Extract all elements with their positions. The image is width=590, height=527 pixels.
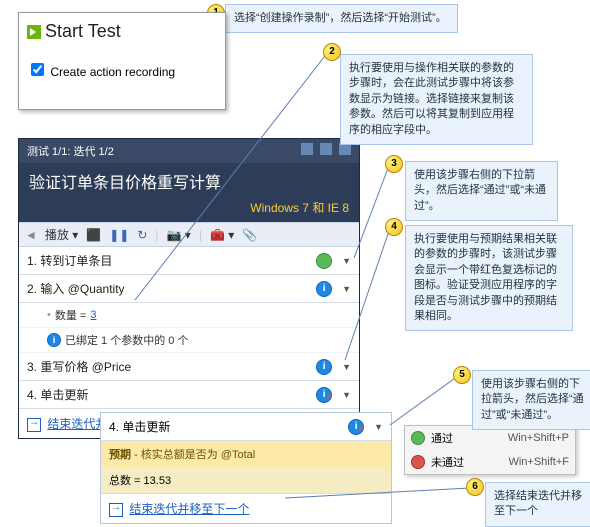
pass-shortcut: Win+Shift+P <box>508 432 569 444</box>
step-param-row: • 数量 = 3 <box>19 303 359 328</box>
test-step-4[interactable]: 4. 单击更新 i✔ ▼ <box>19 381 359 409</box>
pass-label: 通过 <box>431 430 453 446</box>
binding-text: 已绑定 1 个参数中的 0 个 <box>65 332 188 348</box>
step-detail-popout: 4. 单击更新 i✔ ▼ 预期 - 核实总额是否为 @Total 总数 = 13… <box>100 412 392 524</box>
start-test-dialog: Start Test Create action recording <box>18 12 226 110</box>
play-arrow-icon <box>27 25 41 39</box>
callout-badge-5: 5 <box>453 366 471 384</box>
step-dropdown[interactable]: ▼ <box>342 362 351 372</box>
pass-status-icon <box>316 253 332 269</box>
step-dropdown[interactable]: ▼ <box>374 422 383 432</box>
step-text: 1. 转到订单条目 <box>27 252 310 269</box>
title-icon[interactable] <box>301 143 313 155</box>
create-recording-label: Create action recording <box>50 65 175 79</box>
callout-text-3: 使用该步骤右侧的下拉箭头，然后选择“通过”或“未通过”。 <box>414 169 546 212</box>
bug-icon[interactable]: 🧰 ▾ <box>210 228 234 242</box>
callout-badge-2: 2 <box>323 43 341 61</box>
callout-badge-6: 6 <box>466 478 484 496</box>
callout-box-1: 选择“创建操作录制”，然后选择“开始测试”。 <box>225 4 458 33</box>
menu-item-fail[interactable]: 未通过 Win+Shift+F <box>405 450 575 474</box>
step-text: 4. 单击更新 <box>27 386 310 403</box>
expected-value-row: 总数 = 13.53 <box>101 467 391 493</box>
callout-text-2: 执行要使用与操作相关联的参数的步骤时，会在此测试步骤中将该参数显示为链接。选择链… <box>349 62 514 136</box>
expected-result-row: 预期 - 核实总额是否为 @Total <box>101 441 391 467</box>
callout-badge-3: 3 <box>385 155 403 173</box>
callout-text-4: 执行要使用与预期结果相关联的参数的步骤时，该测试步骤会显示一个带红色复选标记的图… <box>414 233 557 322</box>
attach-icon[interactable]: 📎 <box>242 228 257 242</box>
active-status-icon: i✔ <box>316 387 332 403</box>
total-value: 13.53 <box>144 475 172 487</box>
toolbar-icon[interactable]: ⬛ <box>86 228 101 242</box>
test-iteration-label: 测试 1/1: 迭代 1/2 <box>27 146 114 158</box>
info-icon: i <box>47 333 61 347</box>
test-step-2[interactable]: 2. 输入 @Quantity i ▼ <box>19 275 359 303</box>
active-status-icon: i <box>316 281 332 297</box>
start-test-label: Start Test <box>45 21 121 41</box>
callout-text-6: 选择结束迭代并移至下一个 <box>494 490 582 517</box>
test-step-3[interactable]: 3. 重写价格 @Price i ▼ <box>19 353 359 381</box>
end-iteration-link[interactable]: 结束迭代并移至下一个 <box>101 493 391 523</box>
next-iteration-icon <box>27 418 41 432</box>
callout-box-3: 使用该步骤右侧的下拉箭头，然后选择“通过”或“未通过”。 <box>405 161 558 221</box>
create-recording-checkbox[interactable]: Create action recording <box>27 60 217 79</box>
step-text: 3. 重写价格 @Price <box>27 358 310 375</box>
panel-titlebar: 测试 1/1: 迭代 1/2 <box>19 139 359 163</box>
param-link-quantity[interactable]: 3 <box>90 309 96 321</box>
test-step-1[interactable]: 1. 转到订单条目 ▼ <box>19 247 359 275</box>
pause-icon[interactable]: ❚❚ <box>109 228 129 242</box>
next-iteration-icon <box>109 503 123 517</box>
fail-label: 未通过 <box>431 454 464 470</box>
callout-box-6: 选择结束迭代并移至下一个 <box>485 482 590 527</box>
create-recording-input[interactable] <box>31 63 44 76</box>
expected-label: 预期 <box>109 449 131 461</box>
step-binding-row: i 已绑定 1 个参数中的 0 个 <box>19 328 359 353</box>
active-status-icon: i <box>316 359 332 375</box>
callout-box-2: 执行要使用与操作相关联的参数的步骤时，会在此测试步骤中将该参数显示为链接。选择链… <box>340 54 533 145</box>
step-dropdown[interactable]: ▼ <box>342 284 351 294</box>
expected-text: - 核实总额是否为 @Total <box>131 449 255 461</box>
playback-button[interactable]: 播放 ▾ <box>45 226 78 243</box>
active-status-icon: i✔ <box>348 419 364 435</box>
test-case-title: 验证订单条目价格重写计算 <box>19 163 359 199</box>
callout-text-1: 选择“创建操作录制”，然后选择“开始测试”。 <box>234 12 447 24</box>
passfail-menu: 通过 Win+Shift+P 未通过 Win+Shift+F <box>404 425 576 475</box>
test-config-subtitle: Windows 7 和 IE 8 <box>19 199 359 222</box>
callout-box-4: 执行要使用与预期结果相关联的参数的步骤时，该测试步骤会显示一个带红色复选标记的图… <box>405 225 573 331</box>
fail-shortcut: Win+Shift+F <box>508 456 569 468</box>
callout-badge-4: 4 <box>385 218 403 236</box>
start-test-button[interactable]: Start Test <box>27 21 217 42</box>
step-list: 1. 转到订单条目 ▼ 2. 输入 @Quantity i ▼ • 数量 = 3… <box>19 247 359 438</box>
pass-icon <box>411 431 425 445</box>
popout-step-header[interactable]: 4. 单击更新 i✔ ▼ <box>101 413 391 441</box>
step-dropdown[interactable]: ▼ <box>342 256 351 266</box>
step-dropdown[interactable]: ▼ <box>342 390 351 400</box>
camera-icon[interactable]: 📷 ▾ <box>167 228 191 242</box>
test-toolbar: ◄ 播放 ▾ ⬛ ❚❚ ↻ | 📷 ▾ | 🧰 ▾ 📎 <box>19 222 359 247</box>
callout-text-5: 使用该步骤右侧的下拉箭头，然后选择“通过”或“未通过”。 <box>481 378 584 421</box>
title-icon[interactable] <box>320 143 332 155</box>
refresh-icon[interactable]: ↻ <box>137 228 147 242</box>
step-text: 4. 单击更新 <box>109 418 342 435</box>
end-iteration-label: 结束迭代并移至下一个 <box>129 502 249 516</box>
param-label: 数量 = <box>55 307 86 323</box>
test-runner-panel: 测试 1/1: 迭代 1/2 验证订单条目价格重写计算 Windows 7 和 … <box>18 138 360 439</box>
step-text: 2. 输入 @Quantity <box>27 280 310 297</box>
fail-icon <box>411 455 425 469</box>
total-label: 总数 = <box>109 475 144 487</box>
callout-box-5: 使用该步骤右侧的下拉箭头，然后选择“通过”或“未通过”。 <box>472 370 590 430</box>
